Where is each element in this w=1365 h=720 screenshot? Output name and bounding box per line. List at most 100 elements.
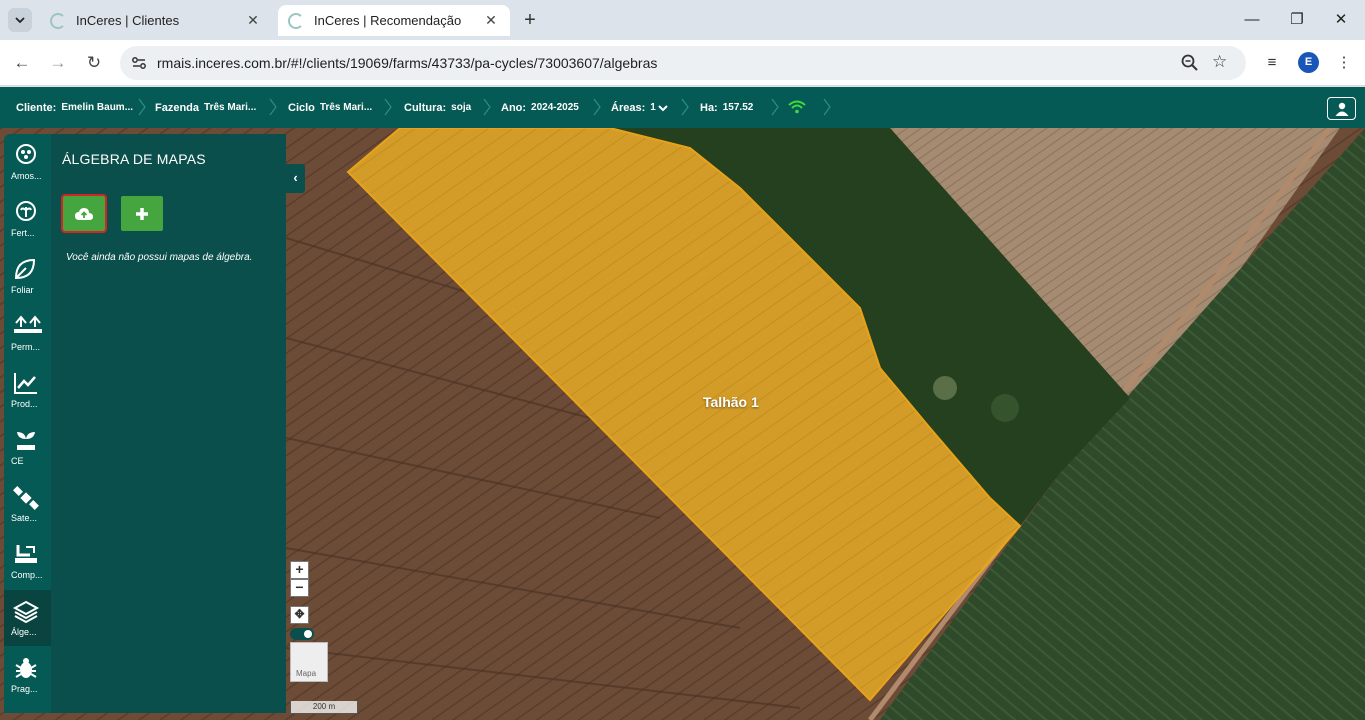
inceres-favicon-icon — [288, 12, 304, 29]
restore-button[interactable]: ❐ — [1283, 8, 1311, 32]
module-sidebar: Amos... Fert... Foliar Perm... Prod... C… — [4, 134, 51, 713]
tab-title: InCeres | Clientes — [76, 13, 180, 28]
nav-item-fertilidade[interactable]: Fert... — [4, 191, 51, 247]
app-header: Cliente: Emelin Baum... Fazenda Três Mar… — [0, 87, 1365, 128]
breadcrumb-fazenda[interactable]: Fazenda Três Mari... — [155, 87, 256, 128]
plus-icon — [136, 207, 148, 220]
layer-toggle[interactable] — [290, 628, 314, 640]
site-info-icon[interactable] — [130, 54, 148, 72]
nav-label: CE — [11, 456, 24, 466]
browser-tabstrip: InCeres | Clientes ✕ InCeres | Recomenda… — [0, 0, 1365, 40]
nav-item-amostragem[interactable]: Amos... — [4, 134, 51, 190]
nav-item-permanente[interactable]: Perm... — [4, 305, 51, 361]
crumb-label: Ciclo — [288, 101, 315, 114]
basemap-switcher[interactable]: Mapa — [290, 642, 328, 682]
productivity-chart-icon — [14, 373, 37, 394]
leaf-icon — [14, 258, 36, 280]
browser-tab-recomendacao[interactable]: InCeres | Recomendação ✕ — [278, 5, 510, 36]
crumb-label: Ano: — [501, 101, 527, 114]
close-icon[interactable]: ✕ — [482, 12, 500, 30]
zoom-in-button[interactable]: + — [290, 561, 309, 579]
seedling-icon — [17, 432, 35, 450]
field-label[interactable]: Talhão 1 — [703, 394, 759, 410]
breadcrumb-ha: Ha: 157.52 — [700, 87, 753, 128]
breadcrumb-ciclo[interactable]: Ciclo Três Mari... — [288, 87, 372, 128]
satellite-icon — [13, 486, 39, 510]
chevron-down-icon — [15, 17, 25, 24]
profile-avatar[interactable]: E — [1298, 52, 1319, 73]
cloud-upload-icon — [75, 207, 93, 220]
areas-dropdown[interactable]: Áreas: 1 — [611, 87, 668, 128]
breadcrumb-cliente[interactable]: Cliente: Emelin Baum... — [16, 87, 133, 128]
wifi-signal-icon — [788, 100, 806, 114]
crumb-value: Três Mari... — [204, 102, 257, 113]
tab-title: InCeres | Recomendação — [314, 13, 462, 28]
crumb-value: 2024-2025 — [531, 102, 579, 113]
nav-label: Amos... — [11, 171, 42, 181]
browser-menu-icon[interactable]: ⋮ — [1332, 51, 1356, 75]
window-close-button[interactable]: ✕ — [1327, 8, 1355, 32]
chevron-right-icon — [483, 98, 491, 116]
nav-item-produtividade[interactable]: Prod... — [4, 362, 51, 418]
chevron-right-icon — [681, 98, 689, 116]
media-control-icon[interactable]: ≡ — [1260, 51, 1284, 75]
crumb-label: Cultura: — [404, 101, 447, 114]
nav-label: Fert... — [11, 228, 35, 238]
add-algebra-button[interactable] — [121, 196, 163, 231]
scale-bar: 200 m — [290, 701, 358, 714]
nav-item-foliar[interactable]: Foliar — [4, 248, 51, 304]
address-bar[interactable]: rmais.inceres.com.br/#!/clients/19069/fa… — [120, 46, 1246, 80]
crumb-value: soja — [451, 102, 472, 113]
nav-item-satelite[interactable]: Sate... — [4, 476, 51, 532]
crumb-label: Cliente: — [16, 101, 57, 114]
collapse-panel-button[interactable]: ‹ — [286, 164, 305, 193]
chevron-right-icon — [138, 98, 146, 116]
back-button[interactable]: ← — [10, 51, 34, 75]
fertility-icon — [16, 201, 36, 221]
forward-button[interactable]: → — [46, 51, 70, 75]
crumb-value: 157.52 — [722, 102, 754, 113]
nav-item-ce[interactable]: CE — [4, 419, 51, 475]
nav-label: Prod... — [11, 399, 38, 409]
url-text[interactable]: rmais.inceres.com.br/#!/clients/19069/fa… — [157, 55, 657, 71]
new-tab-button[interactable]: + — [518, 9, 542, 33]
chevron-down-icon — [658, 104, 668, 111]
user-icon — [1335, 102, 1348, 116]
chevron-right-icon — [384, 98, 392, 116]
nav-label: Álge... — [11, 627, 37, 637]
nav-label: Prag... — [11, 684, 38, 694]
close-icon[interactable]: ✕ — [244, 12, 262, 30]
nav-item-algebra[interactable]: Álge... — [4, 590, 51, 646]
chevron-right-icon — [269, 98, 277, 116]
panel-title: ÁLGEBRA DE MAPAS — [62, 151, 206, 167]
nav-item-pragas[interactable]: Prag... — [4, 647, 51, 703]
compaction-icon — [15, 545, 37, 563]
sampling-icon — [16, 144, 36, 164]
inceres-favicon-icon — [50, 12, 66, 29]
zoom-icon[interactable] — [1180, 53, 1200, 73]
crumb-label: Áreas: — [611, 101, 646, 114]
nav-item-compactacao[interactable]: Comp... — [4, 533, 51, 589]
tab-search-button[interactable] — [8, 8, 32, 32]
minimize-button[interactable]: — — [1238, 8, 1266, 32]
crumb-label: Ha: — [700, 101, 718, 114]
reload-button[interactable]: ↻ — [82, 51, 106, 75]
pan-move-button[interactable]: ✥ — [290, 606, 309, 624]
chevron-right-icon — [593, 98, 601, 116]
zoom-out-button[interactable]: − — [290, 579, 309, 597]
upload-algebra-button[interactable] — [61, 194, 107, 233]
crumb-value: Emelin Baum... — [61, 102, 134, 113]
algebra-panel: ÁLGEBRA DE MAPAS Você ainda não possui m… — [51, 134, 286, 713]
breadcrumb-cultura[interactable]: Cultura: soja — [404, 87, 471, 128]
crumb-value: Três Mari... — [319, 102, 373, 113]
crumb-label: Fazenda — [155, 101, 200, 114]
user-profile-button[interactable] — [1327, 97, 1356, 120]
chevron-right-icon — [823, 98, 831, 116]
browser-tab-clientes[interactable]: InCeres | Clientes ✕ — [40, 5, 272, 36]
crumb-value: 1 — [650, 102, 656, 113]
breadcrumb-ano[interactable]: Ano: 2024-2025 — [501, 87, 579, 128]
browser-toolbar: ← → ↻ rmais.inceres.com.br/#!/clients/19… — [0, 40, 1365, 86]
bookmark-star-icon[interactable]: ☆ — [1212, 52, 1227, 72]
nav-label: Comp... — [11, 570, 43, 580]
bug-icon — [15, 658, 37, 678]
